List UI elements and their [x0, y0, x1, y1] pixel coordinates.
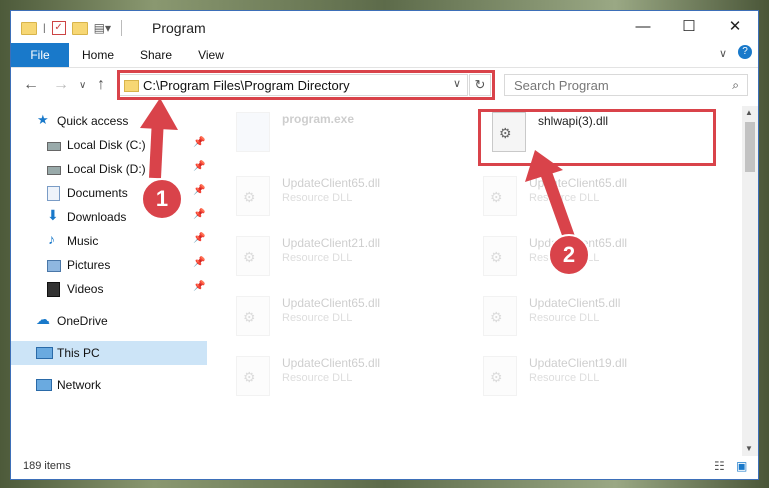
- arrow-2-shaft: [539, 167, 576, 243]
- step-2-badge: 2: [548, 234, 590, 276]
- step-1-badge: 1: [141, 178, 183, 220]
- annotation-arrows: [140, 98, 576, 243]
- arrow-1-head: [140, 98, 178, 130]
